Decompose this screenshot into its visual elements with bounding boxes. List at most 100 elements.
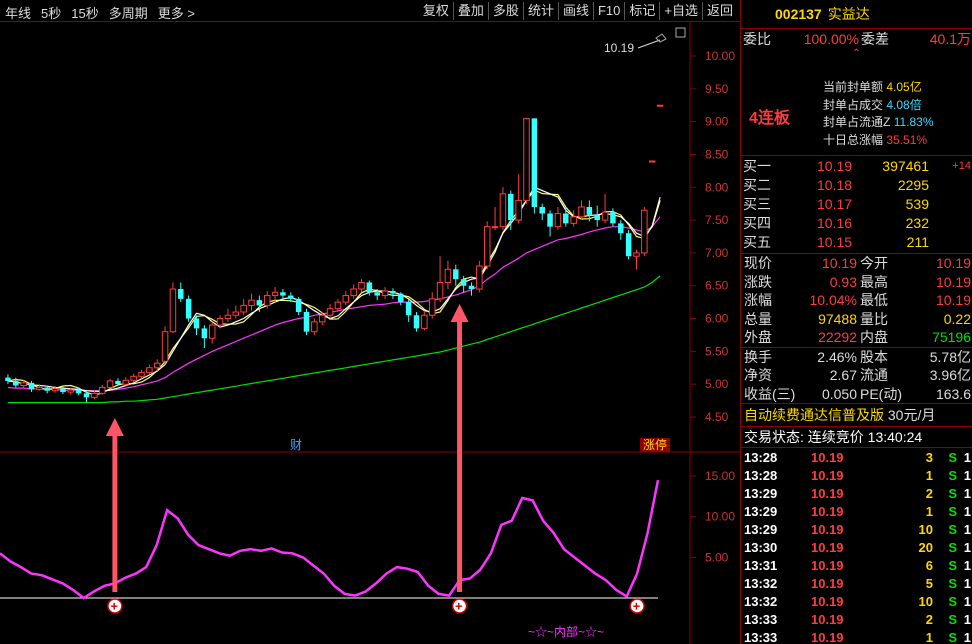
candle-body (610, 212, 616, 224)
candle-body (641, 209, 648, 254)
oscillator: 15.00 10.00 5.00 (0, 469, 735, 600)
tick-row: 13:28 10.19 3 S 1 (744, 450, 971, 465)
candle-body (390, 290, 396, 294)
tick-row: 13:32 10.19 5 S 1 (744, 576, 971, 591)
candle-body (366, 282, 373, 293)
candle-body (185, 298, 192, 319)
max-price-pointer (637, 39, 661, 49)
weicha-label: 委差 (861, 31, 889, 47)
chart-toolbar: 年线 5秒 15秒 多周期 更多 > 复权 叠加 多股 统计 画线 F10 标记… (0, 0, 740, 22)
price-tick-label: 4.50 (705, 410, 729, 424)
candle-body (570, 216, 577, 224)
candle-body (468, 285, 475, 290)
max-price-label: 10.19 (604, 41, 634, 55)
signal-arrows: + + + (105, 304, 645, 614)
candle-body (288, 295, 294, 299)
candle-body (444, 268, 452, 283)
fundamental-row: 换手 2.46% 股本 5.78亿 (744, 348, 971, 365)
tick-row: 13:33 10.19 2 S 1 (744, 612, 971, 627)
candle-body (201, 328, 208, 339)
multi-stock-button[interactable]: 多股 (487, 2, 523, 20)
stock-name: 实益达 (827, 6, 870, 22)
candle-body (318, 314, 326, 323)
candle-body (523, 117, 530, 201)
osc-tick-label: 10.00 (705, 510, 735, 524)
tick-row: 13:33 10.19 1 S 1 (744, 630, 971, 644)
overlay-button[interactable]: 叠加 (452, 2, 488, 20)
candle-body (656, 104, 664, 107)
f10-button[interactable]: F10 (592, 2, 624, 20)
bid-row[interactable]: 买三 10.17 539 (741, 195, 972, 214)
seal-line: 当前封单额 4.05亿 (823, 80, 922, 94)
candle-body (303, 311, 310, 332)
kline-chart-area[interactable]: 10.00 9.50 9.00 8.50 8.00 7.50 7.00 6.50 6.00 5.5… (0, 22, 740, 644)
candle-body (51, 388, 59, 392)
price-tick-label: 5.00 (705, 377, 729, 391)
price-tick-label: 10.00 (705, 49, 735, 63)
candle-body (476, 265, 483, 290)
price-tick-label: 8.50 (705, 147, 729, 161)
candles (5, 104, 664, 403)
candle-body (91, 392, 98, 398)
candle-body (326, 308, 334, 316)
period-multi[interactable]: 多周期 (104, 3, 153, 21)
candle-body (381, 290, 389, 297)
settings-square-icon[interactable] (675, 27, 686, 38)
draw-line-button[interactable]: 画线 (557, 2, 593, 20)
candle-body (508, 193, 514, 221)
candle-body (578, 206, 585, 218)
candle-body (271, 291, 279, 297)
weibi-value: 100.00% (803, 31, 859, 47)
candle-body (334, 301, 342, 310)
price-tick-label: 7.50 (705, 213, 729, 227)
candle-body (491, 226, 499, 229)
candle-body (413, 315, 420, 329)
candle-body (618, 223, 624, 234)
candle-body (36, 386, 43, 390)
period-5s[interactable]: 5秒 (36, 3, 66, 21)
signal-arrow-shaft (457, 320, 463, 592)
finance-marker[interactable]: 财 (290, 438, 302, 452)
statistics-button[interactable]: 统计 (522, 2, 558, 20)
restore-rights-button[interactable]: 复权 (419, 2, 453, 20)
signal-arrow-shaft (112, 434, 118, 592)
candle-body (224, 314, 232, 320)
period-15s[interactable]: 15秒 (66, 3, 103, 21)
candle-body (499, 193, 507, 228)
bid-row[interactable]: 买四 10.16 232 (741, 214, 972, 233)
collapse-chevron-icon[interactable]: ⌃ (741, 49, 972, 59)
fundamental-row: 收益(三) 0.050 PE(动) 163.6 (744, 385, 971, 402)
candle-body (60, 388, 66, 393)
candle-body (146, 367, 153, 373)
candle-body (601, 211, 609, 221)
candle-body (248, 299, 255, 306)
tool-buttons: 复权 叠加 多股 统计 画线 F10 标记 +自选 返回 (419, 2, 737, 20)
price-tick-label: 9.50 (705, 82, 729, 96)
candle-body (515, 199, 522, 221)
add-watchlist-button[interactable]: +自选 (659, 2, 702, 20)
mark-button[interactable]: 标记 (624, 2, 659, 20)
tick-row: 13:29 10.19 2 S 1 (744, 486, 971, 501)
tick-row: 13:31 10.19 6 S 1 (744, 558, 971, 573)
candle-body (648, 160, 656, 163)
price-axis: 10.00 9.50 9.00 8.50 8.00 7.50 7.00 6.50 6.00 5.5… (690, 49, 735, 424)
bid-row[interactable]: 买二 10.18 2295 (741, 176, 972, 195)
candle-body (311, 321, 318, 333)
period-more[interactable]: 更多 > (153, 3, 200, 21)
candle-body (350, 288, 357, 297)
candle-body (295, 298, 302, 312)
fundamental-row: 净资 2.67 流通 3.96亿 (744, 367, 971, 383)
bid-row[interactable]: 买一 10.19 397461 +14 (741, 157, 972, 176)
bid-book: 买一 10.19 397461 +14 买二 10.18 2295 买三 10.17 539 … (741, 156, 972, 253)
bid-row[interactable]: 买五 10.15 211 (741, 233, 972, 252)
candle-body (256, 300, 263, 306)
subscription-ad[interactable]: 自动续费通达信普及版 30元/月 (741, 404, 972, 426)
kline-chart[interactable]: 10.00 9.50 9.00 8.50 8.00 7.50 7.00 6.50 6.00 5.5… (0, 22, 740, 644)
osc-tick-label: 15.00 (705, 469, 735, 483)
tick-list[interactable]: 13:28 10.19 3 S 1 13:28 10.19 1 S 1 13:29 10.19 2 S… (741, 448, 972, 644)
period-year[interactable]: 年线 (0, 3, 36, 21)
fundamentals-grid: 换手 2.46% 股本 5.78亿 净资 2.67 流通 3.96亿 收益(三) 0.050 P… (741, 348, 972, 404)
weibi-label: 委比 (743, 31, 771, 47)
back-button[interactable]: 返回 (701, 2, 737, 20)
limit-up-marker[interactable]: 涨停 (643, 437, 667, 452)
